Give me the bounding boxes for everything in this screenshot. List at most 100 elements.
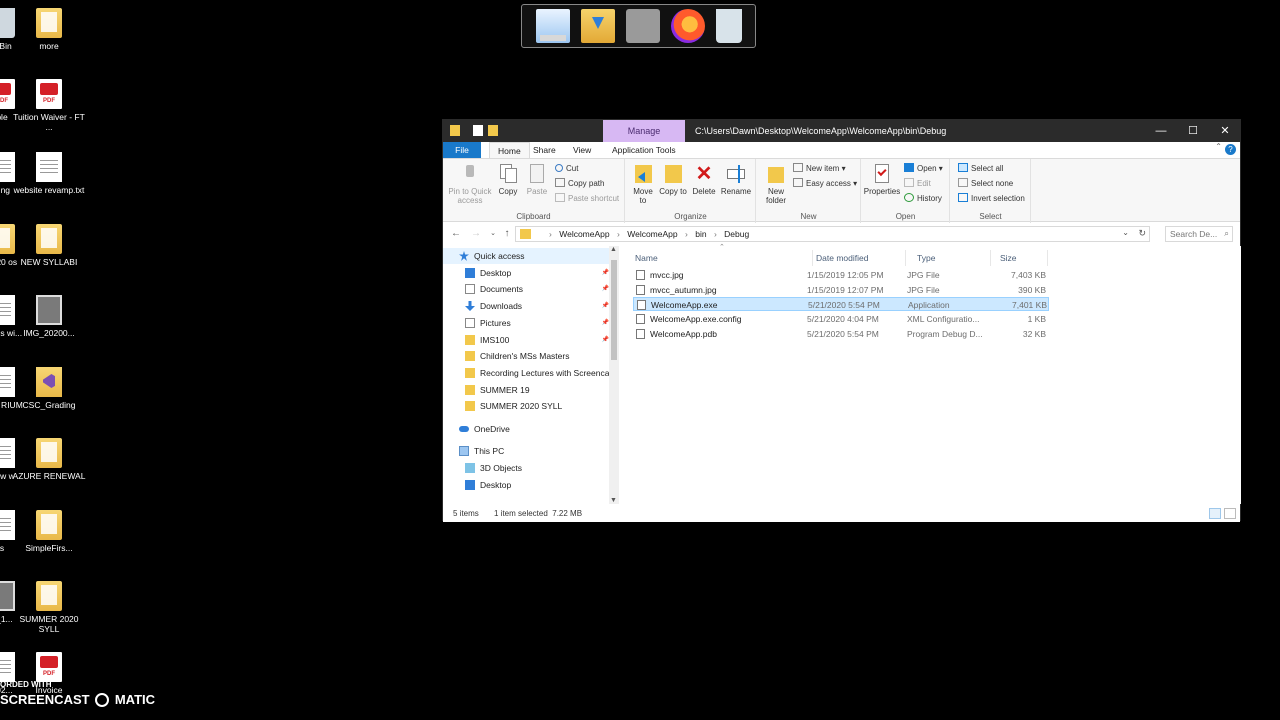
tab-application-tools[interactable]: Application Tools [604,142,684,158]
copy-path-button[interactable]: Copy path [555,178,604,190]
nav-item-ims100[interactable]: IMS100 📌 [443,332,611,348]
nav-item-children-s-mss-masters[interactable]: Children's MSs Masters [443,348,611,364]
tab-file[interactable]: File [443,142,481,158]
breadcrumb-item[interactable]: WelcomeApp [627,229,677,239]
table-row[interactable]: mvcc.jpg 1/15/2019 12:05 PM JPG File 7,403 … [633,268,1049,282]
history-button[interactable]: History [904,193,942,205]
tab-share[interactable]: Share [525,142,564,158]
desktop-icon-azure-renewal[interactable]: AZURE RENEWAL [11,438,87,481]
tab-manage[interactable]: Manage [603,120,685,142]
nav-scrollbar[interactable]: ▲ ▼ [609,246,619,504]
file-name: mvcc.jpg [650,270,684,280]
firefox-icon[interactable] [670,9,705,43]
nav-item-quick-access[interactable]: Quick access [443,248,611,264]
nav-item-summer-2020-syll[interactable]: SUMMER 2020 SYLL [443,398,611,414]
paste-shortcut-button[interactable]: Paste shortcut [555,193,619,205]
desktop-icon-csc-grading[interactable]: CSC_Grading [11,367,87,410]
up-button[interactable]: ↑ [500,227,514,241]
pin-icon[interactable]: 📌 [602,332,609,348]
recent-locations-button[interactable]: ⌄ [486,227,500,241]
maximize-button[interactable]: ☐ [1177,120,1209,142]
forward-button[interactable]: → [469,227,483,241]
file-type: Application [908,300,950,311]
downloads-folder-icon[interactable] [580,9,615,43]
address-bar[interactable]: › WelcomeApp › WelcomeApp › bin › Debug … [515,226,1150,242]
scroll-down-icon[interactable]: ▼ [610,497,617,504]
new-folder-quick-icon[interactable] [488,125,498,136]
breadcrumb-item[interactable]: bin [695,229,706,239]
select-all-button[interactable]: Select all [958,163,1003,175]
close-button[interactable]: ✕ [1209,120,1241,142]
back-button[interactable]: ← [449,227,463,241]
new-item-button[interactable]: New item ▾ [793,163,846,175]
pin-icon[interactable]: 📌 [602,265,609,281]
large-icons-view-icon[interactable] [1224,508,1236,519]
desktop-icon-website-revamp[interactable]: website revamp.txt [11,152,87,195]
details-view-icon[interactable] [1209,508,1221,519]
breadcrumb-item[interactable]: WelcomeApp [559,229,609,239]
nav-item-this-pc[interactable]: This PC [443,443,611,459]
move-to-button[interactable]: Move to [629,163,657,205]
copy-to-button[interactable]: Copy to [659,163,687,196]
scroll-up-icon[interactable]: ▲ [610,246,617,253]
copy-to-icon [663,163,683,185]
scrollbar-thumb[interactable] [611,260,617,360]
rename-button[interactable]: Rename [720,163,752,196]
copy-button[interactable]: Copy [496,163,520,196]
desktop-icon-more[interactable]: more [11,8,87,51]
tab-home[interactable]: Home [489,142,530,158]
desktop-icon-tuition-waiver[interactable]: Tuition Waiver - FT ... [11,79,87,132]
tab-view[interactable]: View [565,142,599,158]
open-button[interactable]: Open ▾ [904,163,943,175]
pin-icon[interactable]: 📌 [602,281,609,297]
column-header-name[interactable]: Name [623,250,813,266]
properties-quick-icon[interactable] [473,125,483,136]
table-row[interactable]: WelcomeApp.exe.config 5/21/2020 4:04 PM XM… [633,312,1049,326]
nav-item-documents[interactable]: Documents 📌 [443,281,611,297]
nav-item-summer-19[interactable]: SUMMER 19 [443,382,611,398]
desktop-icon-simplefirst[interactable]: SimpleFirs... [11,510,87,553]
delete-button[interactable]: ✕ Delete [690,163,718,196]
new-folder-button[interactable]: New folder [761,163,791,205]
desktop-icon-new-syllabi[interactable]: NEW SYLLABI [11,224,87,267]
file-date: 5/21/2020 4:04 PM [807,314,879,325]
minimize-button[interactable]: — [1145,120,1177,142]
easy-access-button[interactable]: Easy access ▾ [793,178,857,190]
nav-item-pictures[interactable]: Pictures 📌 [443,315,611,331]
nav-item-onedrive[interactable]: OneDrive [443,421,611,437]
pin-icon[interactable]: 📌 [602,315,609,331]
desktop-icon-img[interactable]: IMG_20200... [11,295,87,338]
control-panel-icon[interactable] [625,9,660,43]
table-row[interactable]: mvcc_autumn.jpg 1/15/2019 12:07 PM JPG Fil… [633,283,1049,297]
desktop-icon-summer-2020-syll[interactable]: SUMMER 2020 SYLL [11,581,87,634]
search-input[interactable]: Search De... ⌕ [1165,226,1233,242]
cloud-icon [459,426,469,432]
recycle-bin-icon[interactable] [715,9,742,43]
column-header-date[interactable]: Date modified [804,250,906,266]
nav-item-downloads[interactable]: Downloads 📌 [443,298,611,314]
nav-item-desktop[interactable]: Desktop 📌 [443,265,611,281]
nav-item-desktop[interactable]: Desktop [443,477,611,493]
column-header-size[interactable]: Size [988,250,1048,266]
address-dropdown-icon[interactable]: ⌄ [1122,228,1129,237]
cut-button[interactable]: Cut [555,163,578,175]
paste-button[interactable]: Paste [525,163,549,196]
nav-item-recording-lectures-with-screencast[interactable]: Recording Lectures with Screencast [443,365,611,381]
chevron-up-icon[interactable]: ⌃ [1215,142,1222,151]
edit-button[interactable]: Edit [904,178,931,190]
pin-icon[interactable]: 📌 [602,298,609,314]
table-row[interactable]: WelcomeApp.pdb 5/21/2020 5:54 PM Program D… [633,327,1049,341]
nav-item-3d-objects[interactable]: 3D Objects [443,460,611,476]
this-pc-icon[interactable] [535,9,570,43]
title-bar[interactable]: Manage C:\Users\Dawn\Desktop\WelcomeApp\… [443,120,1240,142]
column-header-type[interactable]: Type [905,250,991,266]
refresh-icon[interactable]: ↻ [1138,228,1146,239]
select-none-button[interactable]: Select none [958,178,1013,190]
move-to-label: Move to [633,187,653,205]
breadcrumb-item[interactable]: Debug [724,229,749,239]
invert-selection-button[interactable]: Invert selection [958,193,1025,205]
table-row[interactable]: WelcomeApp.exe 5/21/2020 5:54 PM Applicati… [633,297,1049,312]
pin-quick-access-button[interactable]: Pin to Quick access [447,163,493,205]
help-icon[interactable]: ? [1225,144,1236,155]
properties-button[interactable]: Properties [863,163,901,196]
